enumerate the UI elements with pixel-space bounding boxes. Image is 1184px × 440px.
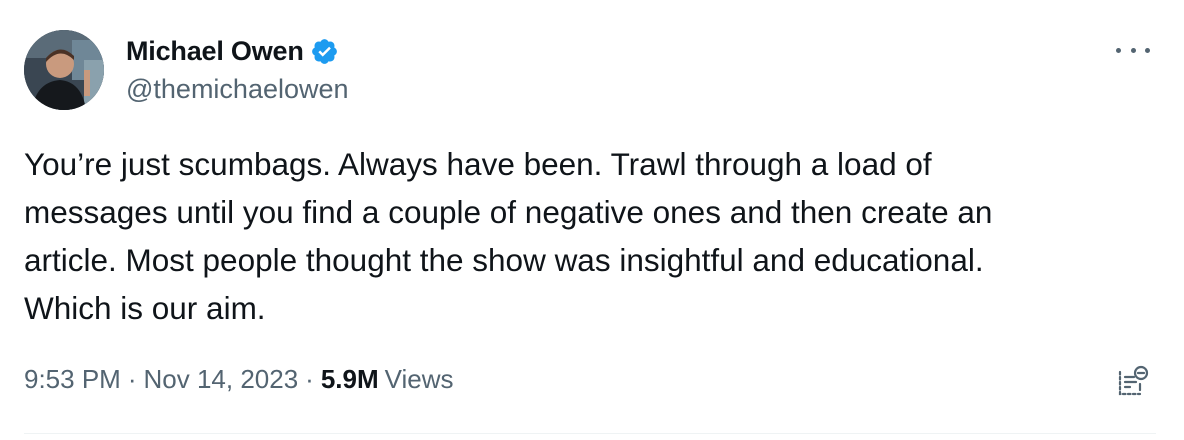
tweet-date[interactable]: Nov 14, 2023 <box>144 364 299 395</box>
view-analytics-icon[interactable] <box>1116 364 1150 398</box>
divider <box>24 433 1156 434</box>
tweet-meta: 9:53 PM · Nov 14, 2023 · 5.9M Views <box>24 364 454 395</box>
more-dot <box>1116 47 1121 53</box>
meta-separator: · <box>305 364 314 394</box>
meta-separator: · <box>127 364 137 394</box>
more-dot <box>1130 47 1136 53</box>
author-handle[interactable]: @themichaelowen <box>126 74 349 105</box>
author-name-row: Michael Owen <box>126 34 339 68</box>
verified-badge-icon <box>311 38 337 64</box>
more-options-icon[interactable] <box>1116 40 1150 60</box>
views-count: 5.9M <box>320 364 379 394</box>
more-dot <box>1145 47 1150 53</box>
tweet-card: Michael Owen @themichaelowen You’re just… <box>0 0 1184 440</box>
author-display-name[interactable]: Michael Owen <box>126 36 304 67</box>
tweet-time[interactable]: 9:53 PM <box>24 364 121 395</box>
tweet-text: You’re just scumbags. Always have been. … <box>24 146 993 326</box>
avatar[interactable] <box>24 30 104 110</box>
avatar-photo <box>24 30 104 110</box>
views-label: Views <box>384 364 454 394</box>
